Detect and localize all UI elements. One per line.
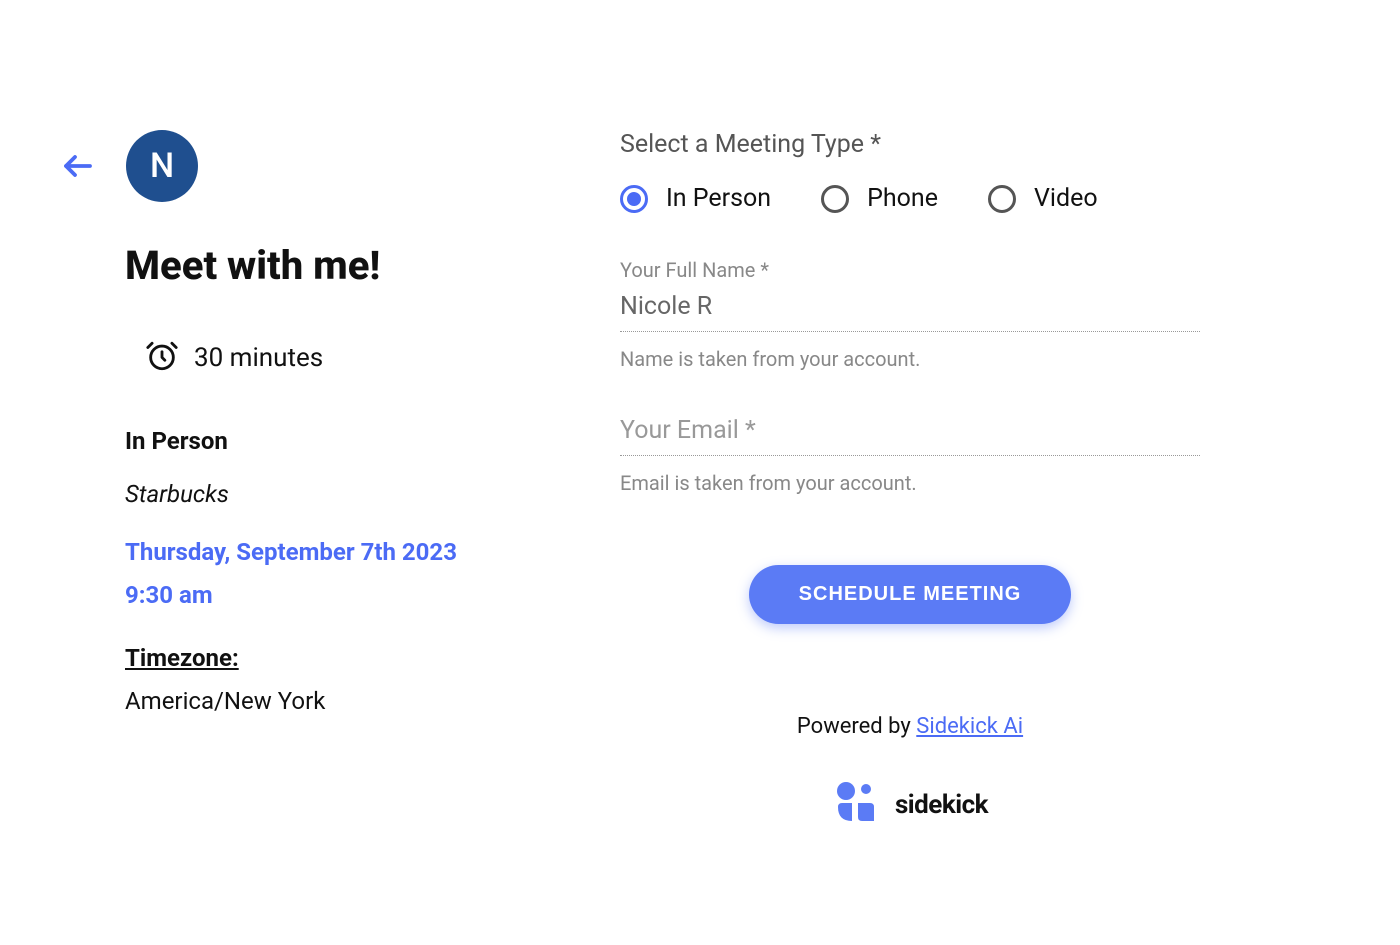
timezone-value: America/New York — [125, 687, 520, 715]
timezone-label: Timezone: — [125, 644, 520, 672]
meeting-type-radio-group: In Person Phone Video — [620, 184, 1200, 213]
schedule-meeting-button[interactable]: SCHEDULE MEETING — [749, 565, 1072, 624]
sidekick-ai-link[interactable]: Sidekick Ai — [916, 714, 1023, 739]
radio-video[interactable]: Video — [988, 184, 1098, 213]
radio-icon — [821, 185, 849, 213]
radio-icon — [620, 185, 648, 213]
sidekick-logo-icon — [832, 779, 880, 831]
email-helper-text: Email is taken from your account. — [620, 471, 1200, 495]
name-helper-text: Name is taken from your account. — [620, 347, 1200, 371]
sidekick-logo: sidekick — [620, 779, 1200, 831]
radio-label-in-person: In Person — [666, 184, 771, 213]
booking-form-panel: Select a Meeting Type * In Person Phone … — [620, 130, 1200, 831]
duration-text: 30 minutes — [194, 343, 323, 373]
name-input[interactable] — [620, 287, 1200, 332]
email-input[interactable] — [620, 411, 1200, 456]
sidekick-logo-text: sidekick — [895, 790, 988, 820]
name-field-label: Your Full Name * — [620, 258, 1200, 282]
location-text: Starbucks — [125, 480, 520, 508]
avatar-initial: N — [150, 146, 174, 186]
meeting-date: Thursday, September 7th 2023 — [125, 538, 520, 566]
meeting-type-label: In Person — [125, 427, 520, 455]
avatar: N — [126, 130, 198, 202]
powered-by-prefix: Powered by — [797, 714, 916, 739]
meeting-summary-panel: N Meet with me! 30 minutes In Person Sta… — [60, 130, 520, 831]
meeting-type-field-label: Select a Meeting Type * — [620, 130, 1200, 159]
radio-icon — [988, 185, 1016, 213]
page-title: Meet with me! — [125, 242, 520, 289]
back-arrow-icon[interactable] — [60, 148, 96, 184]
radio-in-person[interactable]: In Person — [620, 184, 771, 213]
radio-phone[interactable]: Phone — [821, 184, 938, 213]
meeting-time: 9:30 am — [125, 581, 520, 609]
radio-label-phone: Phone — [867, 184, 938, 213]
radio-label-video: Video — [1034, 184, 1098, 213]
powered-by-text: Powered by Sidekick Ai — [620, 714, 1200, 739]
alarm-clock-icon — [145, 339, 179, 377]
